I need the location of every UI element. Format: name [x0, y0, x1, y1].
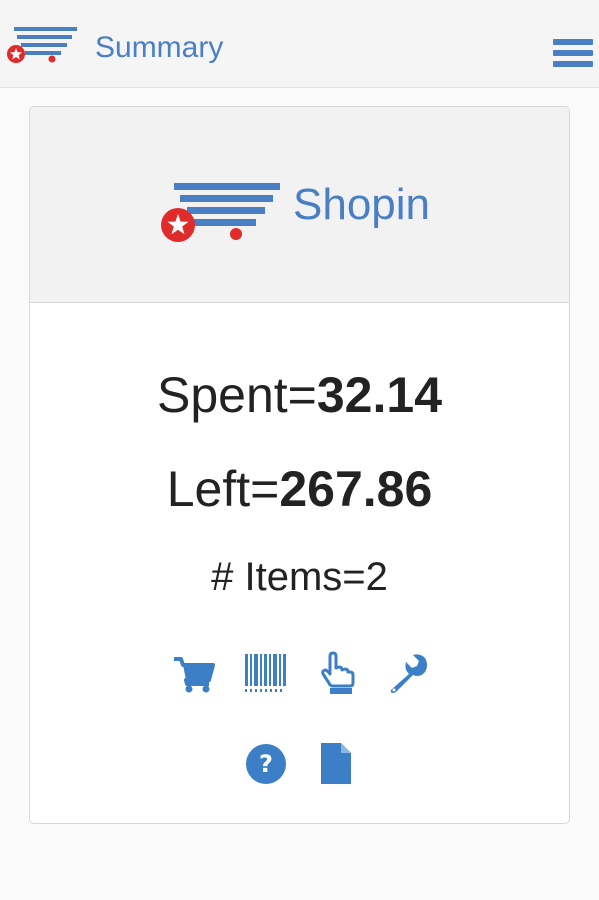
- shopin-logo-icon: [161, 183, 280, 242]
- document-button[interactable]: [313, 741, 359, 787]
- help-button[interactable]: ?: [243, 741, 289, 787]
- left-value: 267.86: [279, 461, 433, 517]
- card-header: Shopin: [30, 107, 569, 303]
- spent-stat: Spent=32.14: [30, 365, 569, 425]
- items-stat: # Items=2: [30, 553, 569, 601]
- cart-icon: [174, 657, 215, 693]
- page-title: Summary: [95, 31, 224, 64]
- summary-card: Shopin Spent=32.14 Left=267.86 # Items=2: [29, 106, 570, 824]
- brand-name: Shopin: [293, 180, 431, 229]
- items-value: 2: [365, 555, 388, 599]
- barcode-icon: [245, 654, 286, 692]
- file-icon: [321, 743, 351, 784]
- left-label: Left=: [166, 461, 280, 517]
- barcode-button[interactable]: [242, 650, 288, 696]
- top-bar: Summary: [0, 0, 599, 88]
- question-circle-icon: ?: [246, 744, 286, 784]
- spent-label: Spent=: [157, 367, 317, 423]
- items-label: # Items=: [211, 555, 366, 599]
- svg-text:?: ?: [259, 750, 273, 778]
- shopping-cart-logo-icon: [7, 27, 77, 63]
- menu-button[interactable]: [549, 35, 595, 77]
- hamburger-menu-icon: [553, 39, 593, 45]
- spent-value: 32.14: [316, 367, 442, 423]
- hand-pointer-icon: [321, 651, 355, 694]
- cart-button[interactable]: [171, 650, 217, 696]
- settings-button[interactable]: [385, 650, 431, 696]
- left-stat: Left=267.86: [30, 459, 569, 519]
- touch-button[interactable]: [315, 650, 361, 696]
- wrench-icon: [390, 654, 427, 693]
